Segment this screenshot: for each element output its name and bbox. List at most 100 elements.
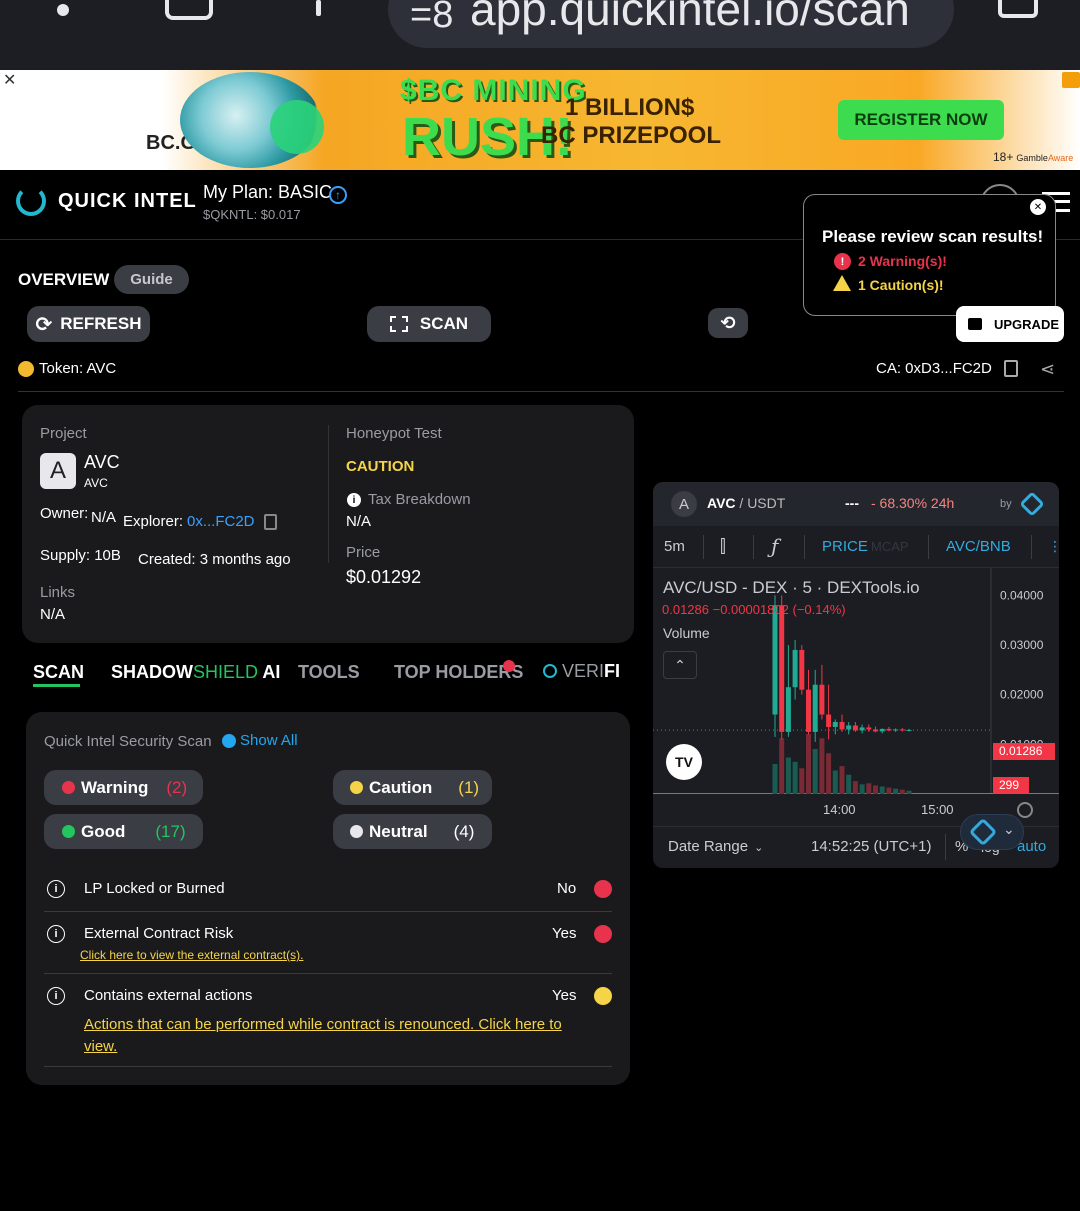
tabs-icon[interactable] (165, 0, 213, 20)
candle-body (785, 687, 791, 732)
candle-body (873, 729, 878, 732)
plan-label[interactable]: My Plan: BASIC (203, 182, 332, 203)
scan-button[interactable]: SCAN (367, 306, 491, 342)
price-mode-tab[interactable]: PRICE (822, 538, 868, 555)
chart-legend-ohlc: 0.01286 −0.00001802 (−0.14%) (662, 602, 846, 617)
volume-tag: 299 (993, 777, 1029, 794)
show-all-label[interactable]: Show All (240, 732, 298, 749)
copy-address-icon[interactable] (1004, 360, 1018, 377)
show-all-toggle-icon[interactable] (222, 734, 236, 748)
volume-bar (879, 786, 885, 794)
history-button[interactable]: ⟲ (708, 308, 748, 338)
status-dot (594, 987, 612, 1005)
candle-body (866, 727, 872, 730)
volume-bar (812, 749, 818, 794)
site-settings-icon[interactable]: =8 (410, 0, 453, 37)
toast-title: Please review scan results! (822, 227, 1044, 246)
volume-bar (772, 764, 778, 794)
tab-switcher-icon[interactable] (998, 0, 1038, 18)
tab-verifi[interactable]: VERIFI (562, 661, 620, 682)
toolbar-separator (1031, 535, 1032, 559)
tax-value: N/A (346, 513, 372, 530)
share-address-icon[interactable]: ⋖ (1040, 359, 1055, 380)
explorer-link[interactable]: 0x...FC2D (187, 513, 255, 530)
explorer-label: Explorer: (123, 513, 184, 530)
tab-scan[interactable]: SCAN (33, 662, 84, 683)
caution-filter[interactable]: Caution (1) (333, 770, 492, 805)
tab-tools[interactable]: TOOLS (298, 662, 360, 683)
footer-separator (945, 834, 946, 860)
browser-toolbar: =8 app.quickintel.io/scan (0, 0, 1080, 70)
candle-body (772, 605, 778, 715)
ad-prize-line2: BC PRIZEPOOL (541, 122, 722, 149)
owner-value: N/A (91, 509, 117, 526)
status-dot (594, 880, 612, 898)
guide-button[interactable]: Guide (114, 265, 189, 294)
tab-shadowshield-ai[interactable]: SHADOWSHIELD AI (111, 662, 280, 683)
good-filter[interactable]: Good (17) (44, 814, 203, 849)
volume-bar (779, 738, 785, 794)
chart-token-avatar: A (671, 491, 697, 517)
volume-bar (899, 789, 905, 794)
close-ad-icon[interactable]: ✕ (3, 70, 16, 90)
tax-info-icon[interactable]: i (347, 493, 361, 507)
toolbar-more-icon[interactable]: ⋮ (1048, 538, 1059, 555)
info-icon[interactable]: i (47, 925, 65, 943)
tradingview-logo-icon[interactable]: TV (666, 744, 702, 780)
neutral-filter[interactable]: Neutral (4) (333, 814, 492, 849)
candle-body (826, 714, 832, 727)
created-text: Created: 3 months ago (138, 551, 291, 568)
refresh-icon: ⟳ (35, 313, 53, 336)
chart-price-placeholder: --- (845, 495, 859, 511)
chevron-down-icon: ⌄ (754, 842, 764, 854)
upgrade-button[interactable]: UPGRADE (956, 306, 1064, 342)
collapse-legend-button[interactable]: ⌃ (663, 651, 697, 679)
row-divider (44, 1066, 612, 1067)
quick-intel-logo-text[interactable]: QUICK INTEL (58, 190, 197, 213)
ad-banner[interactable]: ✕ BC.GA $BC MINING RUSH! 1 BILLION$ BC P… (0, 70, 1080, 170)
scan-icon (389, 316, 408, 332)
project-label: Project (40, 425, 87, 442)
ad-choices-icon[interactable] (1062, 72, 1080, 88)
volume-bar (832, 770, 838, 794)
volume-bar (826, 753, 832, 794)
copy-explorer-icon[interactable] (264, 514, 277, 530)
candle-type-icon[interactable]: ⫿ (720, 536, 726, 557)
scan-label: SCAN (419, 314, 469, 333)
indicators-icon[interactable]: ƒ (771, 534, 778, 558)
candle-body (846, 725, 852, 730)
mcap-mode-tab[interactable]: MCAP (871, 539, 909, 554)
chart-24h-change: - 68.30% 24h (871, 495, 955, 511)
chart-settings-icon[interactable] (1017, 802, 1033, 818)
candle-body (906, 729, 912, 731)
external-actions-link[interactable]: Actions that can be performed while cont… (84, 1014, 594, 1058)
share-icon[interactable] (316, 0, 321, 16)
interval-selector[interactable]: 5m (664, 538, 685, 555)
warning-filter[interactable]: Warning (2) (44, 770, 203, 805)
quick-intel-logo-icon[interactable] (16, 186, 46, 216)
date-range-selector[interactable]: Date Range ⌄ (668, 838, 763, 855)
security-scan-title: Quick Intel Security Scan (44, 733, 212, 750)
ad-register-button[interactable]: REGISTER NOW (838, 100, 1004, 140)
menu-dots-icon[interactable] (56, 0, 70, 18)
candle-body (779, 605, 785, 732)
volume-bar (846, 774, 852, 794)
plan-upgrade-icon[interactable]: ↑ (329, 186, 347, 204)
refresh-button[interactable]: ⟳ REFRESH (27, 306, 150, 342)
volume-bar (792, 761, 798, 794)
info-icon[interactable]: i (47, 880, 65, 898)
ad-disclaimer: 18+ GambleAware (993, 150, 1074, 164)
volume-bar (893, 788, 899, 794)
external-contract-link[interactable]: Click here to view the external contract… (80, 948, 303, 962)
toast-caution-icon (833, 275, 851, 291)
chart-clock: 14:52:25 (UTC+1) (811, 838, 932, 855)
chevron-down-icon: ⌄ (1003, 821, 1015, 837)
volume-bar (806, 734, 811, 794)
top-holders-notification-dot (503, 660, 515, 672)
pair-switch-tab[interactable]: AVC/BNB (946, 538, 1011, 555)
lock-icon (968, 318, 982, 330)
toast-close-icon[interactable]: ✕ (1030, 199, 1046, 215)
volume-bar (785, 757, 791, 794)
dextools-floating-button[interactable]: ⌄ (960, 814, 1024, 850)
info-icon[interactable]: i (47, 987, 65, 1005)
